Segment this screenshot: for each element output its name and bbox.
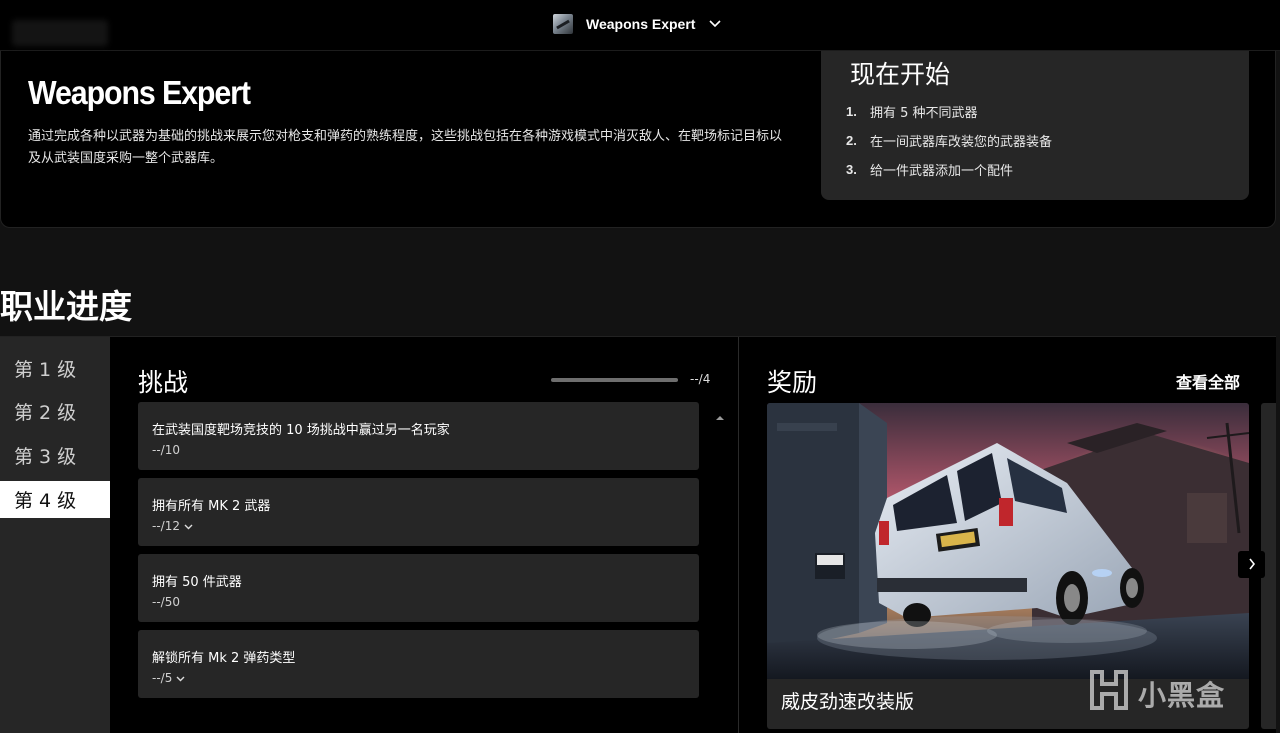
challenge-count: --/50 (152, 595, 180, 609)
tab-level-2[interactable]: 第 2 级 (0, 393, 110, 430)
challenge-count: --/5 (152, 671, 173, 685)
get-started-card: 现在开始 1. 拥有 5 种不同武器 2. 在一间武器库改装您的武器装备 3. 给一件… (821, 51, 1249, 200)
tab-level-3[interactable]: 第 3 级 (0, 437, 110, 474)
rewards-heading: 奖励 (767, 368, 818, 397)
chevron-right-icon (1248, 555, 1256, 574)
challenge-item[interactable]: 拥有所有 MK 2 武器 --/12 (138, 478, 699, 546)
get-started-heading: 现在开始 (850, 60, 951, 89)
career-selector-title: Weapons Expert (586, 16, 696, 32)
career-thumbnail (553, 14, 573, 34)
challenges-progress-bar (551, 378, 678, 382)
career-selector[interactable]: Weapons Expert (553, 13, 722, 35)
tab-level-4[interactable]: 第 4 级 (0, 481, 110, 518)
career-progress-heading: 职业进度 (0, 287, 132, 326)
challenge-item[interactable]: 在武装国度靶场竞技的 10 场挑战中赢过另一名玩家 --/10 (138, 402, 699, 470)
watermark-text: 小黑盒 (1138, 678, 1226, 712)
top-bar: Weapons Expert (0, 0, 1280, 51)
page-title: Weapons Expert (28, 74, 251, 111)
chevron-down-icon (708, 17, 722, 31)
challenge-item[interactable]: 解锁所有 Mk 2 弹药类型 --/5 (138, 630, 699, 698)
step-item: 2. 在一间武器库改装您的武器装备 (846, 133, 1053, 150)
watermark-logo-icon (1088, 670, 1130, 717)
scroll-up-icon[interactable] (714, 407, 726, 420)
challenges-heading: 挑战 (138, 368, 189, 397)
step-text: 给一件武器添加一个配件 (870, 164, 1014, 179)
next-reward-button[interactable] (1238, 551, 1265, 578)
get-started-steps: 1. 拥有 5 种不同武器 2. 在一间武器库改装您的武器装备 3. 给一件武器添加一… (846, 97, 1052, 184)
challenge-title: 拥有 50 件武器 (152, 575, 242, 590)
step-text: 在一间武器库改装您的武器装备 (870, 135, 1053, 150)
step-item: 3. 给一件武器添加一个配件 (846, 162, 1014, 179)
step-text: 拥有 5 种不同武器 (870, 106, 978, 121)
challenge-title: 在武装国度靶场竞技的 10 场挑战中赢过另一名玩家 (152, 423, 450, 438)
challenge-count: --/12 (152, 519, 180, 533)
tab-level-1[interactable]: 第 1 级 (0, 350, 110, 387)
challenges-progress-label: --/4 (690, 372, 711, 386)
view-all-link[interactable]: 查看全部 (1176, 369, 1240, 393)
challenge-item[interactable]: 拥有 50 件武器 --/50 (138, 554, 699, 622)
chevron-down-icon[interactable] (176, 671, 185, 685)
career-panel: 第 1 级 第 2 级 第 3 级 第 4 级 挑战 --/4 在武装国度靶场竞… (0, 336, 1276, 733)
page-description: 通过完成各种以武器为基础的挑战来展示您对枪支和弹药的熟练程度，这些挑战包括在各种… (28, 129, 783, 166)
reward-name: 威皮劲速改装版 (781, 691, 915, 713)
chevron-down-icon[interactable] (184, 519, 193, 533)
challenge-title: 拥有所有 MK 2 武器 (152, 499, 271, 514)
step-item: 1. 拥有 5 种不同武器 (846, 104, 978, 121)
reward-image (767, 403, 1249, 679)
blurred-logo (12, 20, 108, 46)
challenge-count: --/10 (152, 443, 180, 457)
challenges-section: 挑战 --/4 在武装国度靶场竞技的 10 场挑战中赢过另一名玩家 --/10 … (110, 337, 739, 733)
challenge-title: 解锁所有 Mk 2 弹药类型 (152, 651, 296, 666)
watermark: 小黑盒 (1088, 670, 1225, 717)
level-tabs: 第 1 级 第 2 级 第 3 级 第 4 级 (0, 337, 110, 733)
